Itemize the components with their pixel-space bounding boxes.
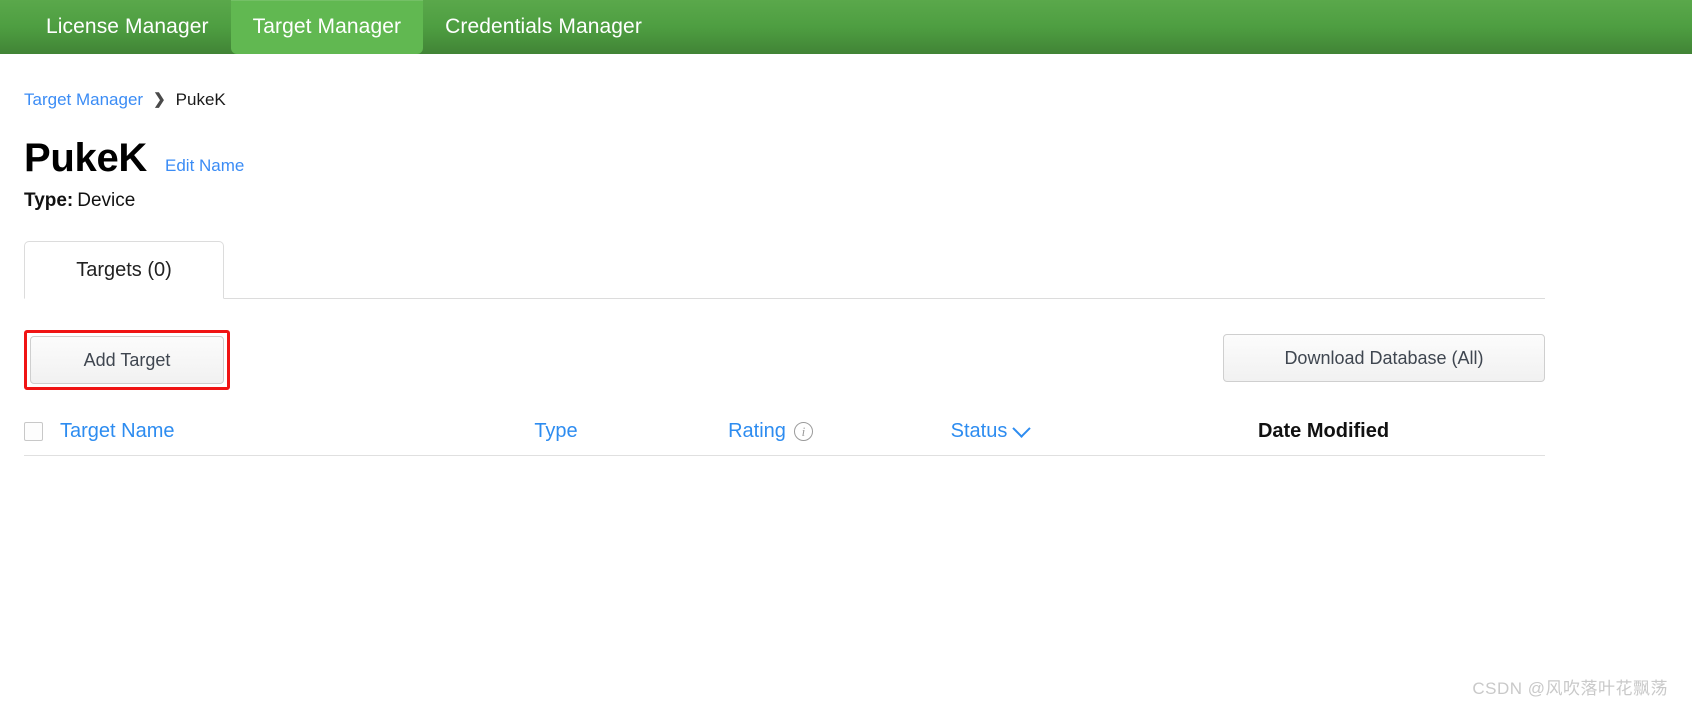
type-row: Type: Device (24, 190, 1668, 212)
column-header-status-cell: Status (877, 418, 1102, 443)
column-header-label: Target Name (60, 419, 175, 442)
nav-tab-label: License Manager (46, 15, 209, 38)
title-row: PukeK Edit Name (24, 138, 1668, 178)
column-header-date-modified-cell: Date Modified (1102, 420, 1545, 443)
tab-targets-label: Targets (0) (76, 258, 172, 281)
add-target-button[interactable]: Add Target (30, 336, 224, 384)
nav-tab-target-manager[interactable]: Target Manager (230, 0, 424, 54)
column-header-rating[interactable]: Rating i (728, 420, 813, 443)
info-icon[interactable]: i (793, 421, 813, 441)
page-content: Target Manager ❯ PukeK PukeK Edit Name T… (0, 89, 1692, 456)
chevron-down-icon[interactable] (1012, 418, 1032, 438)
column-header-type[interactable]: Type (534, 420, 577, 443)
type-label: Type: (24, 190, 74, 211)
column-header-date-modified: Date Modified (1258, 420, 1389, 443)
tab-targets[interactable]: Targets (0) (24, 241, 224, 299)
select-all-cell (24, 421, 60, 441)
targets-table: Target Name Type Rating i Status Date Mo… (24, 409, 1545, 456)
action-bar: Add Target Download Database (All) (24, 330, 1545, 390)
top-navigation-bar: License Manager Target Manager Credentia… (0, 0, 1692, 54)
column-header-label: Type (534, 419, 578, 442)
column-header-label: Date Modified (1257, 419, 1390, 442)
nav-tab-credentials-manager[interactable]: Credentials Manager (423, 0, 664, 54)
breadcrumb-separator-icon: ❯ (153, 90, 166, 108)
breadcrumb-current: PukeK (175, 90, 226, 109)
watermark: CSDN @风吹落叶花飘荡 (1472, 679, 1668, 698)
nav-tab-license-manager[interactable]: License Manager (24, 0, 231, 54)
page-title: PukeK (24, 136, 147, 180)
type-value: Device (77, 190, 136, 211)
table-header-row: Target Name Type Rating i Status Date Mo… (24, 409, 1545, 456)
nav-tab-label: Target Manager (252, 15, 402, 38)
column-header-type-cell: Type (448, 420, 664, 443)
column-header-target-name[interactable]: Target Name (60, 420, 448, 443)
add-target-label: Add Target (83, 349, 171, 370)
nav-tab-label: Credentials Manager (445, 15, 642, 38)
breadcrumb-link-target-manager[interactable]: Target Manager (24, 90, 143, 110)
tab-strip: Targets (0) (24, 241, 1545, 299)
edit-name-link[interactable]: Edit Name (165, 156, 244, 176)
column-header-rating-cell: Rating i (664, 420, 877, 443)
download-database-label: Download Database (All) (1284, 347, 1484, 368)
breadcrumb: Target Manager ❯ PukeK (24, 89, 1668, 111)
download-database-button[interactable]: Download Database (All) (1223, 334, 1545, 382)
select-all-checkbox[interactable] (24, 421, 43, 441)
column-header-status[interactable]: Status (950, 418, 1032, 443)
column-header-label: Rating (728, 419, 786, 442)
add-target-highlight: Add Target (24, 330, 230, 390)
column-header-label: Status (950, 419, 1008, 442)
